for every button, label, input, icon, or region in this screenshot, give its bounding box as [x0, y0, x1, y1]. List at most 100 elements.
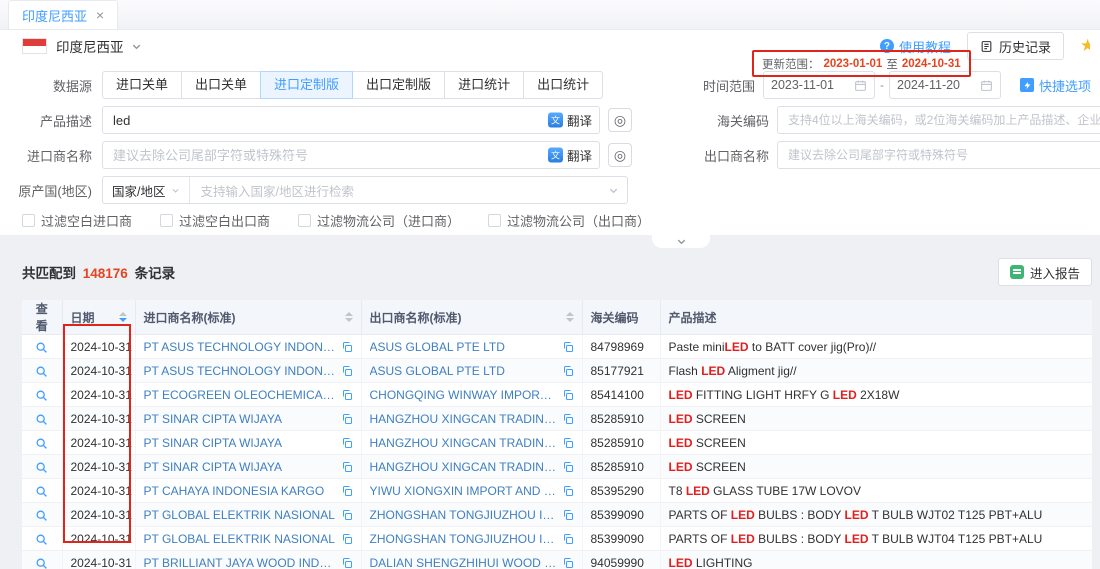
hs-code-label: 海关编码	[644, 111, 769, 130]
view-details-icon[interactable]	[35, 437, 48, 450]
exporter-link[interactable]: CHONGQING WINWAY IMPORT AND E...	[370, 388, 558, 402]
view-details-icon[interactable]	[35, 413, 48, 426]
view-details-icon[interactable]	[35, 485, 48, 498]
country-selector[interactable]: 印度尼西亚	[56, 36, 124, 56]
exporter-link[interactable]: HANGZHOU XINGCAN TRADING CO LTD	[370, 460, 558, 474]
copy-icon[interactable]	[341, 509, 353, 521]
copy-icon[interactable]	[562, 485, 574, 497]
copy-icon[interactable]	[341, 533, 353, 545]
copy-icon[interactable]	[562, 533, 574, 545]
hs-code-input[interactable]	[777, 106, 1100, 134]
chevron-down-icon	[171, 186, 180, 195]
importer-link[interactable]: PT GLOBAL ELEKTRIK NASIONAL	[144, 532, 335, 546]
copy-icon[interactable]	[341, 389, 353, 401]
exporter-link[interactable]: HANGZHOU XINGCAN TRADING CO LTD	[370, 436, 558, 450]
tab-import-stats[interactable]: 进口统计	[444, 71, 524, 99]
view-details-icon[interactable]	[35, 509, 48, 522]
collapse-toggle[interactable]	[652, 235, 710, 248]
sort-exporter[interactable]	[566, 312, 574, 322]
checkbox-filter-blank-exporter[interactable]: 过滤空白出口商	[160, 211, 270, 230]
product-desc-label: 产品描述	[0, 111, 92, 130]
importer-link[interactable]: PT ASUS TECHNOLOGY INDONESIA BA...	[144, 364, 337, 378]
tab-bar: 印度尼西亚 ×	[0, 0, 1100, 30]
copy-icon[interactable]	[562, 437, 574, 449]
table-row: 2024-10-31PT CAHAYA INDONESIA KARGOYIWU …	[22, 479, 1092, 503]
table-row: 2024-10-31PT GLOBAL ELEKTRIK NASIONALZHO…	[22, 527, 1092, 551]
view-details-icon[interactable]	[35, 365, 48, 378]
tab-import-declaration[interactable]: 进口关单	[102, 71, 182, 99]
exporter-link[interactable]: ASUS GLOBAL PTE LTD	[370, 340, 505, 354]
tab-export-stats[interactable]: 出口统计	[523, 71, 603, 99]
star-icon[interactable]: ★	[1080, 36, 1090, 56]
copy-icon[interactable]	[562, 461, 574, 473]
checkbox-filter-logistics-importer[interactable]: 过滤物流公司（进口商）	[298, 211, 460, 230]
sort-importer[interactable]	[345, 312, 353, 322]
copy-icon[interactable]	[341, 461, 353, 473]
col-importer: 进口商名称(标准)	[135, 300, 361, 335]
date-cell: 2024-10-31	[62, 335, 135, 359]
translate-button[interactable]: 文 翻译	[548, 146, 592, 165]
chevron-down-icon[interactable]	[131, 41, 142, 52]
update-range-to: 至	[886, 56, 898, 72]
range-separator: -	[880, 78, 884, 92]
quick-options-link[interactable]: 快捷选项	[1020, 76, 1091, 95]
exporter-link[interactable]: HANGZHOU XINGCAN TRADING CO LTD	[370, 412, 558, 426]
date-cell: 2024-10-31	[62, 551, 135, 569]
translate-button[interactable]: 文 翻译	[548, 111, 592, 130]
ocr-button[interactable]: ◎	[608, 108, 632, 132]
copy-icon[interactable]	[562, 413, 574, 425]
enter-report-button[interactable]: 进入报告	[998, 258, 1092, 286]
tab-import-custom[interactable]: 进口定制版	[260, 71, 353, 99]
view-details-icon[interactable]	[35, 341, 48, 354]
copy-icon[interactable]	[341, 437, 353, 449]
importer-input[interactable]	[102, 141, 600, 169]
copy-icon[interactable]	[562, 389, 574, 401]
hs-code-cell: 85399090	[582, 527, 660, 551]
importer-link[interactable]: PT CAHAYA INDONESIA KARGO	[144, 484, 325, 498]
importer-link[interactable]: PT GLOBAL ELEKTRIK NASIONAL	[144, 508, 335, 522]
exporter-link[interactable]: DALIAN SHENGZHIHUI WOOD INDUST...	[370, 556, 558, 569]
tab-indonesia[interactable]: 印度尼西亚 ×	[8, 0, 118, 29]
copy-icon[interactable]	[341, 365, 353, 377]
copy-icon[interactable]	[341, 341, 353, 353]
close-icon[interactable]: ×	[96, 8, 104, 22]
view-details-icon[interactable]	[35, 461, 48, 474]
importer-link[interactable]: PT SINAR CIPTA WIJAYA	[144, 436, 282, 450]
view-details-icon[interactable]	[35, 557, 48, 569]
product-desc-cell: PARTS OF LED BULBS : BODY LED T BULB WJT…	[660, 527, 1092, 551]
copy-icon[interactable]	[562, 341, 574, 353]
exporter-link[interactable]: ASUS GLOBAL PTE LTD	[370, 364, 505, 378]
copy-icon[interactable]	[562, 365, 574, 377]
view-details-icon[interactable]	[35, 533, 48, 546]
lightning-icon	[1020, 78, 1034, 92]
hs-code-cell: 85285910	[582, 455, 660, 479]
hs-code-cell: 85399090	[582, 503, 660, 527]
tab-export-declaration[interactable]: 出口关单	[181, 71, 261, 99]
ocr-button[interactable]: ◎	[608, 143, 632, 167]
checkbox-filter-blank-importer[interactable]: 过滤空白进口商	[22, 211, 132, 230]
copy-icon[interactable]	[341, 485, 353, 497]
importer-link[interactable]: PT SINAR CIPTA WIJAYA	[144, 460, 282, 474]
product-desc-input[interactable]	[102, 106, 600, 134]
importer-link[interactable]: PT SINAR CIPTA WIJAYA	[144, 412, 282, 426]
origin-combobox[interactable]: 国家/地区 支持输入国家/地区进行检索	[102, 176, 628, 204]
product-desc-cell: T8 LED GLASS TUBE 17W LOVOV	[660, 479, 1092, 503]
copy-icon[interactable]	[341, 413, 353, 425]
importer-link[interactable]: PT ASUS TECHNOLOGY INDONESIA BA...	[144, 340, 337, 354]
history-button[interactable]: 历史记录	[967, 32, 1064, 60]
copy-icon[interactable]	[341, 557, 353, 569]
origin-type-select[interactable]: 国家/地区	[103, 177, 190, 203]
importer-link[interactable]: PT ECOGREEN OLEOCHEMICALS	[144, 388, 337, 402]
checkbox-filter-logistics-exporter[interactable]: 过滤物流公司（出口商）	[488, 211, 650, 230]
tab-export-custom[interactable]: 出口定制版	[352, 71, 445, 99]
hs-code-cell: 94059990	[582, 551, 660, 569]
copy-icon[interactable]	[562, 509, 574, 521]
exporter-link[interactable]: YIWU XIONGXIN IMPORT AND EXPORT...	[370, 484, 558, 498]
exporter-link[interactable]: ZHONGSHAN TONGJIUZHOU INTERNA...	[370, 508, 558, 522]
importer-link[interactable]: PT BRILLIANT JAYA WOOD INDUSTRY	[144, 556, 337, 569]
copy-icon[interactable]	[562, 557, 574, 569]
sort-date[interactable]	[119, 312, 127, 322]
exporter-input[interactable]	[777, 141, 1100, 169]
exporter-link[interactable]: ZHONGSHAN TONGJIUZHOU INTERNA...	[370, 532, 558, 546]
view-details-icon[interactable]	[35, 389, 48, 402]
